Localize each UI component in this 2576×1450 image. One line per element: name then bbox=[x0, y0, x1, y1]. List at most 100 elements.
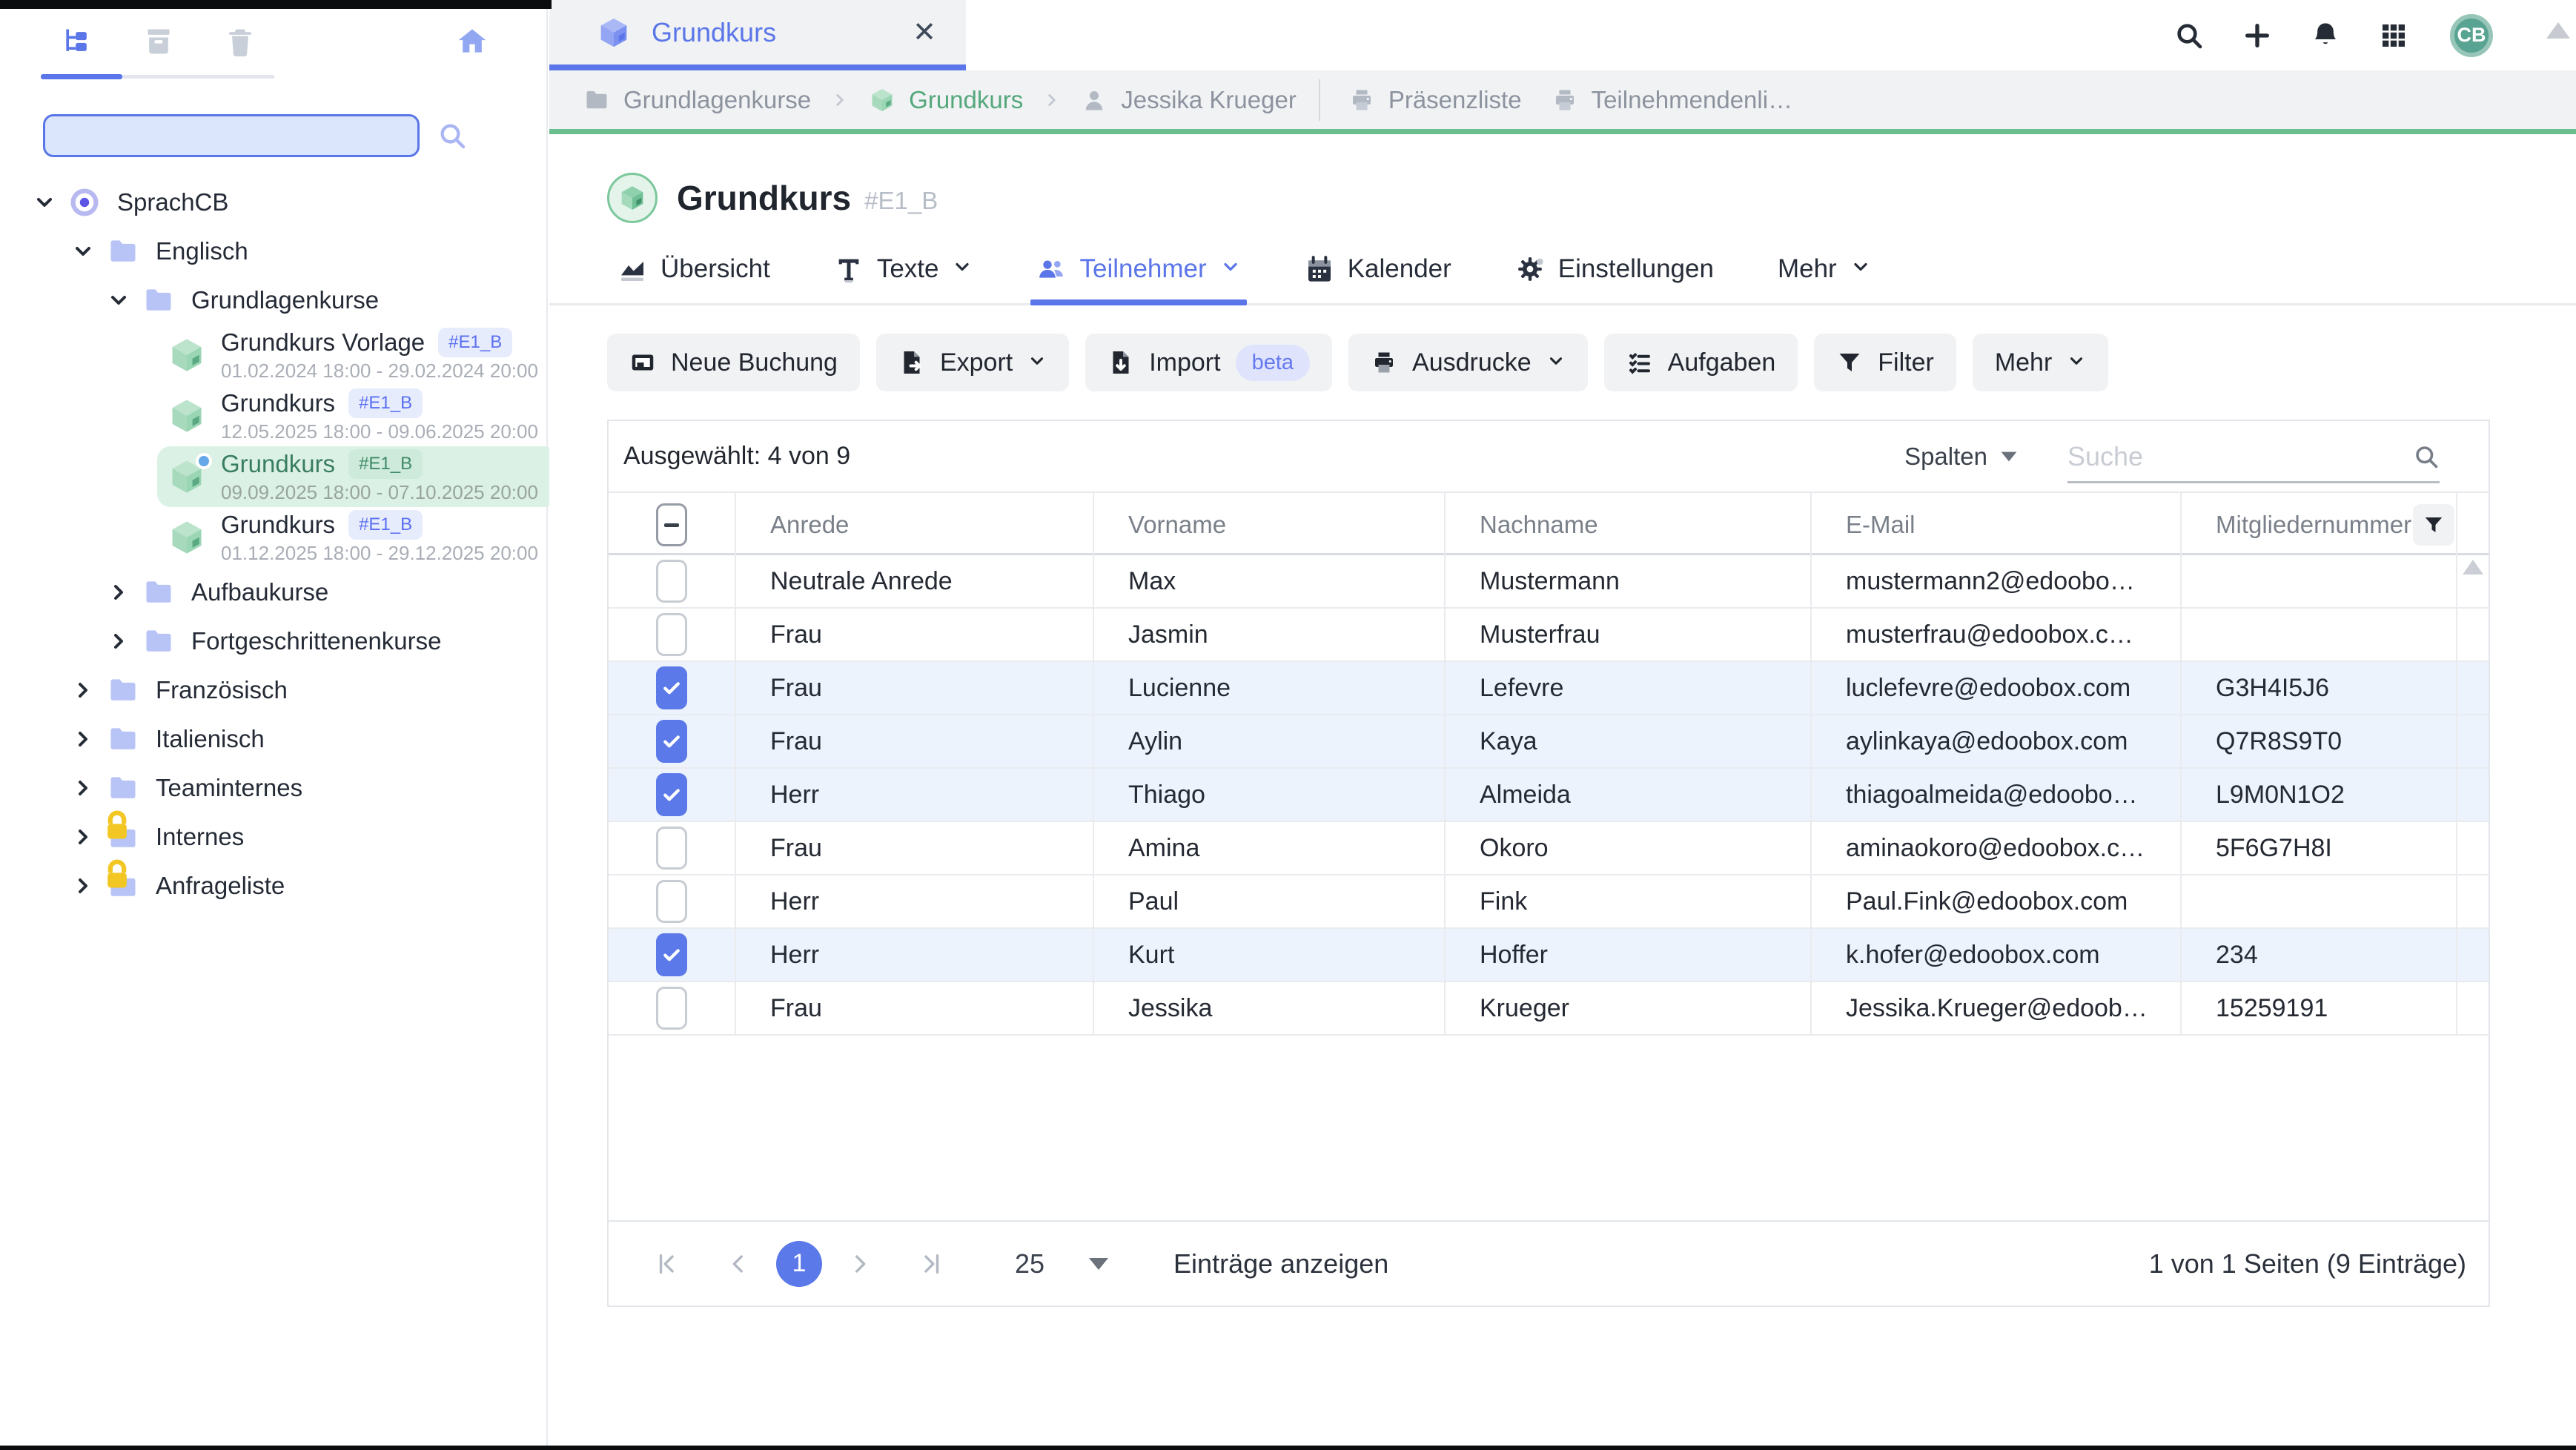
sidebar-search-input[interactable] bbox=[43, 114, 420, 157]
aufgaben-button[interactable]: Aufgaben bbox=[1604, 334, 1798, 391]
row-checkbox[interactable] bbox=[656, 560, 687, 603]
tree-item-teaminternes[interactable]: Teaminternes bbox=[0, 764, 546, 812]
chevron-down-icon bbox=[1089, 1258, 1108, 1270]
column-filter-icon[interactable] bbox=[2413, 504, 2454, 546]
scroll-up-icon[interactable] bbox=[2463, 560, 2483, 575]
tab-teilnehmer[interactable]: Teilnehmer bbox=[1036, 254, 1240, 303]
row-checkbox[interactable] bbox=[656, 880, 687, 923]
notifications-icon[interactable] bbox=[2311, 21, 2340, 50]
table-row[interactable]: Frau Lucienne Lefevre luclefevre@edoobox… bbox=[609, 662, 2489, 715]
chevron-right-icon[interactable] bbox=[107, 629, 130, 653]
column-header-vorname[interactable]: Vorname bbox=[1093, 493, 1444, 557]
document-link-praesenzliste[interactable]: Präsenzliste bbox=[1348, 86, 1522, 114]
row-checkbox[interactable] bbox=[656, 827, 687, 870]
table-row[interactable]: Herr Thiago Almeida thiagoalmeida@edoobo… bbox=[609, 769, 2489, 822]
column-header-mitgliedernummer[interactable]: Mitgliedernummer bbox=[2180, 493, 2456, 557]
course-dates: 01.12.2025 18:00 - 29.12.2025 20:00 bbox=[221, 542, 538, 565]
chevron-right-icon[interactable] bbox=[71, 678, 95, 702]
tree-item-fortgeschrittenenkurse[interactable]: Fortgeschrittenenkurse bbox=[0, 617, 546, 666]
previous-page-button[interactable] bbox=[726, 1251, 751, 1277]
tab-kalender[interactable]: Kalender bbox=[1305, 254, 1451, 303]
breadcrumb-grundlagenkurse[interactable]: Grundlagenkurse bbox=[583, 86, 811, 114]
chevron-right-icon[interactable] bbox=[71, 874, 95, 898]
chevron-down-icon[interactable] bbox=[71, 239, 95, 263]
table-row[interactable]: Herr Paul Fink Paul.Fink@edoobox.com bbox=[609, 875, 2489, 929]
first-page-button[interactable] bbox=[655, 1251, 680, 1277]
tree-course-grundkurs-3[interactable]: Grundkurs#E1_B 01.12.2025 18:00 - 29.12.… bbox=[157, 507, 557, 568]
archive-icon[interactable] bbox=[142, 25, 175, 58]
select-all-checkbox[interactable] bbox=[656, 503, 687, 546]
tree-item-label: SprachCB bbox=[117, 188, 228, 216]
apps-grid-icon[interactable] bbox=[2379, 21, 2408, 50]
chevron-right-icon[interactable] bbox=[71, 776, 95, 800]
column-header-email[interactable]: E-Mail bbox=[1810, 493, 2180, 557]
folder-icon bbox=[142, 284, 175, 317]
locked-folder-icon bbox=[107, 821, 139, 853]
filter-button[interactable]: Filter bbox=[1814, 334, 1956, 391]
table-row[interactable]: Herr Kurt Hoffer k.hofer@edoobox.com 234 bbox=[609, 929, 2489, 982]
tree-course-grundkurs-selected[interactable]: Grundkurs#E1_B 09.09.2025 18:00 - 07.10.… bbox=[157, 446, 557, 507]
import-button[interactable]: Import beta bbox=[1085, 334, 1332, 391]
table-footer: 1 25 Einträge anzeigen 1 von 1 Seiten (9… bbox=[609, 1220, 2489, 1305]
tree-item-franzoesisch[interactable]: Französisch bbox=[0, 666, 546, 715]
mehr-button[interactable]: Mehr bbox=[1973, 334, 2108, 391]
table-search[interactable]: Suche bbox=[2067, 441, 2440, 483]
breadcrumb-jessika-krueger[interactable]: Jessika Krueger bbox=[1081, 86, 1297, 114]
table-row[interactable]: Frau Jessika Krueger Jessika.Krueger@edo… bbox=[609, 982, 2489, 1036]
tab-einstellungen[interactable]: Einstellungen bbox=[1515, 254, 1714, 303]
tree-item-aufbaukurse[interactable]: Aufbaukurse bbox=[0, 568, 546, 617]
table-row[interactable]: Frau Jasmin Musterfrau musterfrau@edoobo… bbox=[609, 609, 2489, 662]
home-icon[interactable] bbox=[456, 25, 489, 58]
chevron-right-icon[interactable] bbox=[107, 580, 130, 604]
table-row[interactable]: Frau Amina Okoro aminaokoro@edoobox.c… 5… bbox=[609, 822, 2489, 875]
tree-item-internes[interactable]: Internes bbox=[0, 812, 546, 861]
trash-icon[interactable] bbox=[224, 25, 256, 58]
avatar[interactable]: CB bbox=[2450, 14, 2493, 57]
tree-course-grundkurs-vorlage[interactable]: Grundkurs Vorlage#E1_B 01.02.2024 18:00 … bbox=[157, 325, 557, 385]
row-checkbox[interactable] bbox=[656, 613, 687, 656]
search-icon[interactable] bbox=[2174, 21, 2204, 50]
page-header: Grundkurs #E1_B bbox=[607, 173, 2576, 223]
row-checkbox[interactable] bbox=[656, 720, 687, 763]
row-checkbox[interactable] bbox=[656, 987, 687, 1030]
scroll-up-icon[interactable] bbox=[2546, 22, 2570, 39]
tab-texte[interactable]: Texte bbox=[834, 254, 973, 303]
last-page-button[interactable] bbox=[918, 1251, 944, 1277]
close-icon[interactable]: ✕ bbox=[913, 16, 936, 49]
row-checkbox[interactable] bbox=[656, 773, 687, 816]
columns-dropdown[interactable]: Spalten bbox=[1904, 443, 2019, 471]
column-header-nachname[interactable]: Nachname bbox=[1444, 493, 1810, 557]
tab-mehr[interactable]: Mehr bbox=[1778, 254, 1871, 303]
ausdrucke-button[interactable]: Ausdrucke bbox=[1348, 334, 1588, 391]
tree-item-italienisch[interactable]: Italienisch bbox=[0, 715, 546, 764]
column-header-anrede[interactable]: Anrede bbox=[735, 493, 1093, 557]
page-size-select[interactable]: 25 bbox=[1015, 1248, 1108, 1279]
chevron-down-icon[interactable] bbox=[33, 191, 56, 214]
row-checkbox[interactable] bbox=[656, 666, 687, 709]
breadcrumb-grundkurs[interactable]: Grundkurs bbox=[869, 86, 1023, 114]
document-tab-grundkurs[interactable]: Grundkurs ✕ bbox=[549, 0, 966, 70]
table-row[interactable]: Neutrale Anrede Max Mustermann musterman… bbox=[609, 555, 2489, 609]
tree-course-grundkurs-1[interactable]: Grundkurs#E1_B 12.05.2025 18:00 - 09.06.… bbox=[157, 385, 557, 446]
table-row[interactable]: Frau Aylin Kaya aylinkaya@edoobox.com Q7… bbox=[609, 715, 2489, 769]
search-icon[interactable] bbox=[2413, 443, 2440, 470]
chevron-right-icon[interactable] bbox=[71, 727, 95, 751]
export-button[interactable]: Export bbox=[876, 334, 1069, 391]
tree-item-grundlagenkurse[interactable]: Grundlagenkurse bbox=[0, 276, 546, 325]
search-icon[interactable] bbox=[437, 121, 467, 150]
chevron-down-icon[interactable] bbox=[107, 288, 130, 312]
tab-uebersicht[interactable]: Übersicht bbox=[617, 254, 770, 303]
tree-item-englisch[interactable]: Englisch bbox=[0, 227, 546, 276]
current-page-button[interactable]: 1 bbox=[776, 1241, 822, 1287]
chevron-right-icon[interactable] bbox=[71, 825, 95, 849]
next-page-button[interactable] bbox=[847, 1251, 873, 1277]
add-icon[interactable] bbox=[2242, 21, 2272, 50]
tree-item-anfrageliste[interactable]: Anfrageliste bbox=[0, 861, 546, 910]
neue-buchung-button[interactable]: Neue Buchung bbox=[607, 334, 860, 391]
tree-item-sprachcb[interactable]: SprachCB bbox=[0, 178, 546, 227]
lock-icon bbox=[101, 810, 133, 843]
printer-icon bbox=[1348, 87, 1375, 113]
tree-view-icon[interactable] bbox=[61, 25, 93, 58]
row-checkbox[interactable] bbox=[656, 933, 687, 976]
document-link-teilnehmendenliste[interactable]: Teilnehmendenli… bbox=[1552, 86, 1793, 114]
